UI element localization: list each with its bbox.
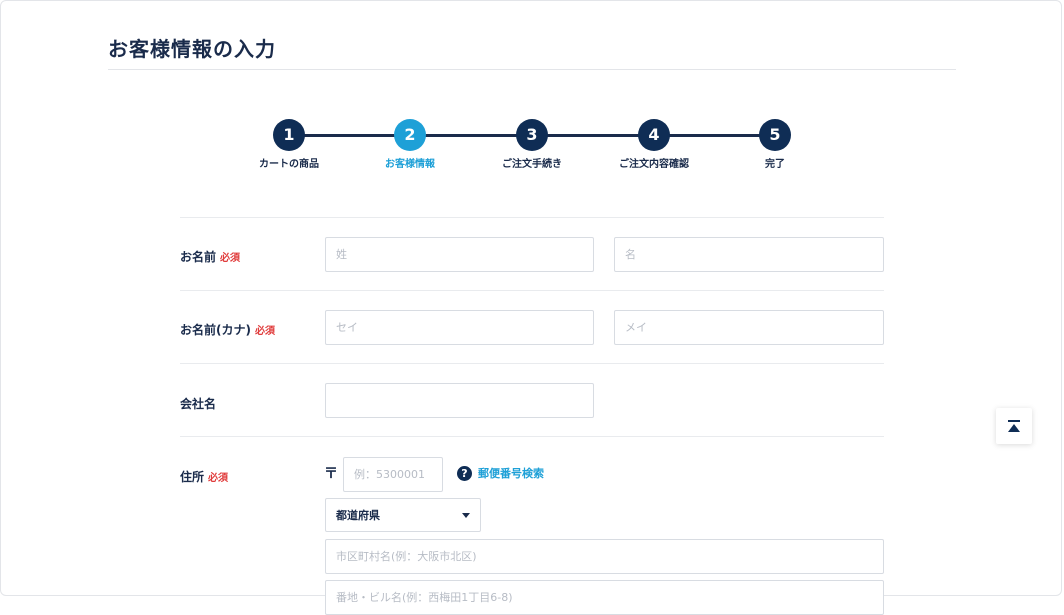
arrow-up-icon: [1008, 424, 1020, 432]
question-circle-icon: ?: [457, 465, 472, 481]
required-badge: 必須: [208, 473, 229, 484]
step-label: お客様情報: [385, 159, 435, 170]
postal-search-label: 郵便番号検索: [478, 467, 544, 480]
last-name-kana-input[interactable]: [325, 310, 594, 345]
step-label: ご注文手続き: [502, 159, 562, 170]
row-divider: [180, 363, 884, 364]
checkout-stepper: 1 カートの商品 2 お客様情報 3 ご注文手続き 4 ご注文内容確認 5 完了: [0, 0, 1064, 200]
step-label: ご注文内容確認: [619, 159, 689, 170]
step-cart: 1 カートの商品: [229, 119, 349, 170]
field-label-text: お名前: [180, 250, 217, 264]
row-divider: [180, 290, 884, 291]
postal-mark-icon: 〒: [324, 466, 338, 482]
scroll-to-top-button[interactable]: [996, 408, 1032, 444]
prefecture-value: 都道府県: [336, 509, 380, 522]
field-label-text: お名前(カナ): [180, 323, 251, 337]
company-input[interactable]: [325, 383, 594, 418]
name-label: お名前 必須: [180, 248, 240, 265]
postal-search-link[interactable]: ? 郵便番号検索: [457, 465, 544, 481]
first-name-kana-input[interactable]: [614, 310, 884, 345]
required-badge: 必須: [254, 326, 275, 337]
step-customer-info: 2 お客様情報: [350, 119, 470, 170]
step-label: カートの商品: [259, 159, 319, 170]
city-input[interactable]: [325, 539, 884, 574]
kana-label: お名前(カナ) 必須: [180, 321, 275, 338]
caret-down-icon: [462, 512, 470, 518]
row-divider: [180, 436, 884, 437]
first-name-input[interactable]: [614, 237, 884, 272]
step-number: 4: [638, 119, 670, 151]
field-label-text: 住所: [180, 470, 205, 484]
address-label: 住所 必須: [180, 468, 228, 485]
step-label: 完了: [765, 159, 785, 170]
company-label: 会社名: [180, 395, 216, 412]
step-number: 2: [394, 119, 426, 151]
field-label-text: 会社名: [180, 397, 217, 411]
step-order-procedure: 3 ご注文手続き: [472, 119, 592, 170]
arrow-to-top-icon: [1008, 420, 1020, 422]
prefecture-select[interactable]: 都道府県: [325, 498, 481, 532]
step-number: 5: [759, 119, 791, 151]
row-divider: [180, 217, 884, 218]
step-complete: 5 完了: [715, 119, 835, 170]
step-number: 3: [516, 119, 548, 151]
postal-code-input[interactable]: [343, 457, 443, 492]
step-number: 1: [273, 119, 305, 151]
step-order-confirm: 4 ご注文内容確認: [594, 119, 714, 170]
last-name-input[interactable]: [325, 237, 594, 272]
required-badge: 必須: [220, 253, 241, 264]
